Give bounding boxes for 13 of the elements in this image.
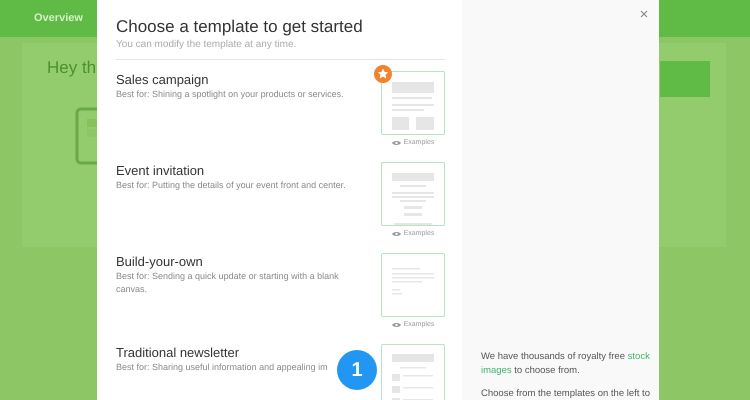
template-title[interactable]: Event invitation (116, 163, 204, 179)
template-description: Best for: Shining a spotlight on your products or services. (116, 88, 344, 101)
greeting-text: Hey th (47, 57, 96, 79)
template-title[interactable]: Build-your-own (116, 254, 203, 270)
info-text: We have thousands of royalty free stock images to choose from. (481, 350, 651, 378)
template-description: Best for: Sharing useful information and appealing im (116, 361, 328, 374)
dialog-subtitle: You can modify the template at any time. (116, 38, 298, 52)
dialog-title: Choose a template to get started (116, 16, 364, 38)
template-description: Best for: Sending a quick update or starting with a blank canvas. (116, 270, 340, 296)
info-text: Choose from the templates on the left to (481, 387, 651, 400)
template-description: Best for: Putting the details of your event front and center. (116, 179, 346, 192)
template-title[interactable]: Traditional newsletter (116, 345, 240, 361)
template-title[interactable]: Sales campaign (116, 72, 208, 88)
